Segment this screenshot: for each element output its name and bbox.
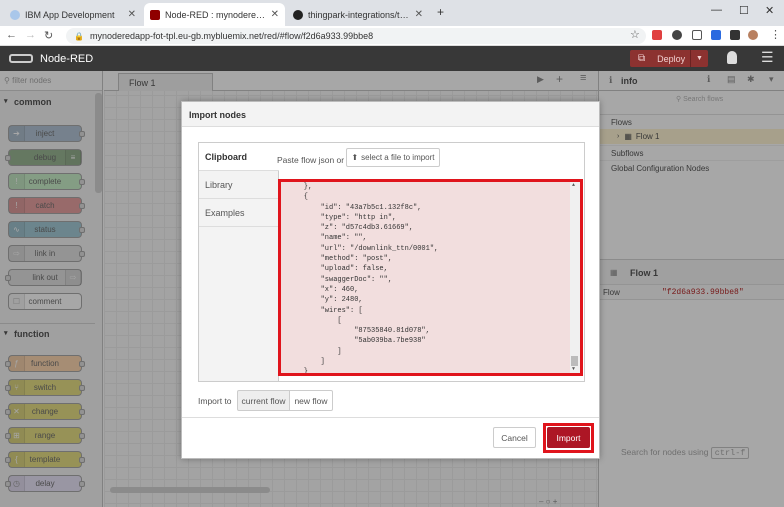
reload-icon[interactable]: ↻ — [44, 29, 53, 42]
new-flow-button[interactable]: new flow — [289, 390, 333, 411]
main-menu-icon[interactable]: ☰ — [761, 49, 774, 66]
tab-title: Node-RED : mynoderedapp-fot- — [165, 9, 266, 20]
profile-avatar[interactable] — [748, 30, 758, 40]
browser-menu-icon[interactable]: ⋮ — [770, 28, 781, 41]
import-label: Import — [556, 432, 581, 443]
tab-title: thingpark-integrations/ttn-rest- — [308, 9, 410, 20]
deploy-icon: ⧉ — [638, 53, 646, 64]
url-text: mynoderedapp-fot-tpl.eu-gb.mybluemix.net… — [89, 31, 374, 41]
cancel-label: Cancel — [501, 432, 528, 443]
node-red-header: Node-RED ⧉ Deploy ▼ ☰ — [0, 46, 784, 71]
cancel-button[interactable]: Cancel — [493, 427, 536, 448]
dialog-footer-divider — [182, 417, 599, 418]
deploy-label: Deploy — [657, 53, 686, 64]
import-panel: Clipboard Library Examples Paste flow js… — [198, 142, 585, 382]
new-tab-button[interactable]: + — [437, 5, 444, 19]
maximize-icon[interactable]: ☐ — [739, 4, 749, 17]
textarea-scrollbar[interactable]: ▲ ▼ — [570, 182, 580, 373]
scroll-thumb[interactable] — [571, 356, 578, 366]
tab-label: Clipboard — [205, 152, 247, 162]
json-textarea[interactable]: }, { "id": "43a7b5c1.132f8c", "type": "h… — [278, 179, 583, 376]
close-tab-icon[interactable]: ✕ — [271, 9, 279, 20]
cloud-icon — [10, 9, 20, 20]
import-source-tabs: Clipboard Library Examples — [199, 143, 279, 381]
tab-label: Examples — [205, 208, 245, 218]
deploy-dropdown-icon[interactable]: ▼ — [690, 50, 708, 67]
tab-clipboard[interactable]: Clipboard — [199, 143, 279, 171]
browser-tab-node-red[interactable]: Node-RED : mynoderedapp-fot- ✕ — [144, 3, 285, 26]
select-file-label: select a file to import — [361, 153, 435, 162]
node-red-icon — [150, 9, 160, 20]
github-icon — [293, 9, 303, 20]
scroll-down-icon[interactable]: ▼ — [572, 366, 575, 372]
close-tab-icon[interactable]: ✕ — [128, 9, 136, 20]
import-dialog: Import nodes Clipboard Library Examples … — [181, 101, 600, 459]
upload-icon: ⬆ — [351, 153, 359, 162]
url-field[interactable]: 🔒 mynoderedapp-fot-tpl.eu-gb.mybluemix.n… — [66, 28, 646, 44]
scroll-up-icon[interactable]: ▲ — [572, 182, 575, 188]
app-title: Node-RED — [40, 53, 94, 65]
paste-label: Paste flow json or — [277, 155, 345, 165]
extension-icon[interactable] — [692, 30, 702, 40]
dialog-title: Import nodes — [182, 102, 599, 127]
option-label: new flow — [294, 395, 328, 406]
deploy-button[interactable]: ⧉ Deploy ▼ — [630, 50, 708, 67]
browser-tab-github[interactable]: thingpark-integrations/ttn-rest- ✕ — [287, 3, 429, 26]
puzzle-icon[interactable] — [730, 30, 740, 40]
select-file-button[interactable]: ⬆ select a file to import — [346, 148, 440, 167]
browser-tab-ibm[interactable]: IBM App Development ✕ — [4, 3, 142, 26]
forward-icon[interactable]: → — [25, 29, 36, 41]
lock-icon: 🔒 — [74, 31, 84, 41]
browser-tab-bar: IBM App Development ✕ Node-RED : mynoder… — [0, 0, 784, 26]
minimize-icon[interactable]: — — [711, 4, 722, 16]
option-label: current flow — [241, 395, 286, 406]
import-button[interactable]: Import — [547, 427, 590, 448]
extension-icon[interactable] — [711, 30, 721, 40]
import-to-label: Import to — [198, 396, 232, 406]
tab-library[interactable]: Library — [199, 171, 278, 199]
node-red-logo-icon — [9, 54, 33, 63]
json-text: }, { "id": "43a7b5c1.132f8c", "type": "h… — [303, 183, 439, 376]
tab-label: Library — [205, 180, 233, 190]
user-icon[interactable] — [727, 51, 737, 64]
bookmark-star-icon[interactable]: ☆ — [630, 28, 640, 41]
extension-icon[interactable] — [652, 30, 662, 40]
tab-examples[interactable]: Examples — [199, 199, 278, 227]
extension-icon[interactable] — [672, 30, 682, 40]
tab-title: IBM App Development — [25, 9, 115, 20]
address-bar-row: ← → ↻ 🔒 mynoderedapp-fot-tpl.eu-gb.myblu… — [0, 26, 784, 46]
back-icon[interactable]: ← — [6, 29, 17, 41]
close-tab-icon[interactable]: ✕ — [415, 9, 423, 20]
current-flow-button[interactable]: current flow — [237, 390, 290, 411]
close-window-icon[interactable]: ✕ — [765, 4, 774, 17]
